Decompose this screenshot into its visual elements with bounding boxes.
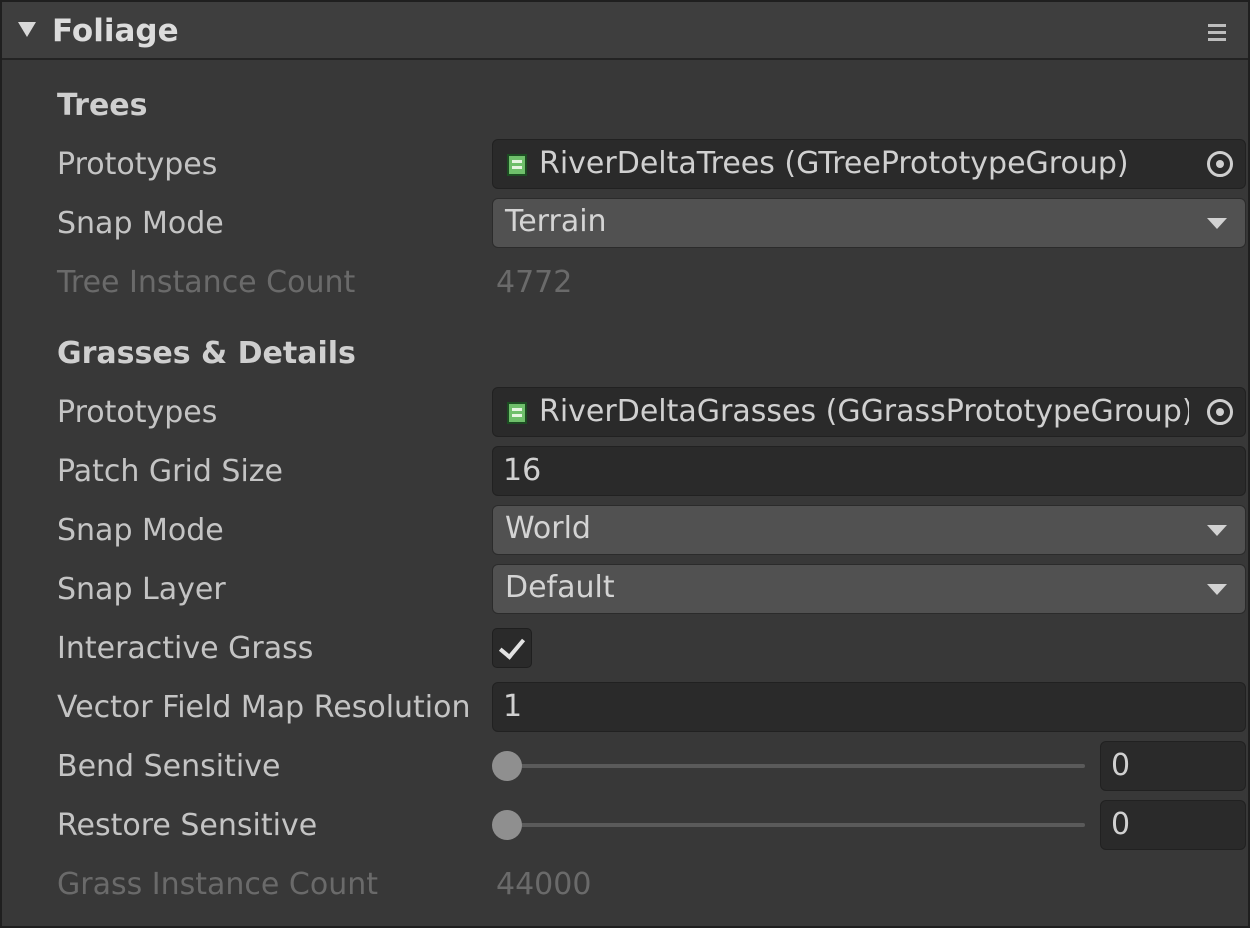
grasses-prototypes-label: Prototypes (57, 395, 218, 430)
snap-layer-value: Default (505, 570, 615, 605)
patch-grid-size-value: 16 (503, 453, 542, 488)
panel-title: Foliage (52, 13, 179, 49)
trees-prototypes-field[interactable]: RiverDeltaTrees (GTreePrototypeGroup) (492, 139, 1246, 189)
dropdown-arrow-icon (1207, 584, 1227, 595)
snap-layer-label: Snap Layer (57, 572, 226, 607)
trees-section-heading: Trees (57, 88, 148, 123)
bend-sensitive-slider-thumb[interactable] (492, 751, 522, 781)
grasses-prototypes-field[interactable]: RiverDeltaGrasses (GGrassPrototypeGroup) (492, 387, 1246, 437)
grasses-section-heading: Grasses & Details (57, 336, 356, 371)
dropdown-arrow-icon (1207, 525, 1227, 536)
tree-instance-count-label: Tree Instance Count (57, 265, 356, 300)
snap-layer-dropdown[interactable]: Default (492, 564, 1246, 614)
vector-field-resolution-value: 1 (503, 689, 523, 724)
grass-instance-count-label: Grass Instance Count (57, 867, 378, 902)
trees-prototypes-value: RiverDeltaTrees (GTreePrototypeGroup) (539, 146, 1129, 181)
hamburger-menu-icon[interactable] (1208, 24, 1226, 42)
tree-instance-count-value: 4772 (496, 265, 573, 300)
patch-grid-size-label: Patch Grid Size (57, 454, 284, 489)
restore-sensitive-label: Restore Sensitive (57, 808, 318, 843)
bend-sensitive-value: 0 (1111, 748, 1131, 783)
restore-sensitive-slider-track[interactable] (507, 823, 1085, 827)
prototype-group-asset-icon (507, 402, 527, 424)
trees-prototypes-label: Prototypes (57, 147, 218, 182)
grasses-snap-mode-dropdown[interactable]: World (492, 505, 1246, 555)
restore-sensitive-value-field[interactable]: 0 (1100, 800, 1246, 850)
prototype-group-asset-icon (507, 154, 527, 176)
restore-sensitive-value: 0 (1111, 807, 1131, 842)
trees-snap-mode-dropdown[interactable]: Terrain (492, 198, 1246, 248)
bend-sensitive-label: Bend Sensitive (57, 749, 281, 784)
vector-field-resolution-label: Vector Field Map Resolution (57, 690, 471, 725)
checkmark-icon (498, 632, 526, 660)
vector-field-resolution-field[interactable]: 1 (492, 682, 1246, 732)
bend-sensitive-value-field[interactable]: 0 (1100, 741, 1246, 791)
foliage-header[interactable]: Foliage (2, 2, 1248, 60)
grasses-prototypes-value: RiverDeltaGrasses (GGrassPrototypeGroup) (539, 394, 1189, 429)
grasses-snap-mode-value: World (505, 511, 591, 546)
interactive-grass-label: Interactive Grass (57, 631, 314, 666)
trees-snap-mode-value: Terrain (505, 204, 607, 239)
object-picker-icon[interactable] (1207, 151, 1233, 177)
bend-sensitive-slider-track[interactable] (507, 764, 1085, 768)
interactive-grass-checkbox[interactable] (492, 628, 532, 668)
patch-grid-size-field[interactable]: 16 (492, 446, 1246, 496)
trees-snap-mode-label: Snap Mode (57, 206, 224, 241)
restore-sensitive-slider-thumb[interactable] (492, 810, 522, 840)
fold-triangle-icon[interactable] (18, 22, 36, 37)
grass-instance-count-value: 44000 (496, 867, 592, 902)
foliage-inspector-panel: Foliage Trees Prototypes RiverDeltaTrees… (0, 0, 1250, 928)
dropdown-arrow-icon (1207, 218, 1227, 229)
object-picker-icon[interactable] (1207, 399, 1233, 425)
grasses-snap-mode-label: Snap Mode (57, 513, 224, 548)
